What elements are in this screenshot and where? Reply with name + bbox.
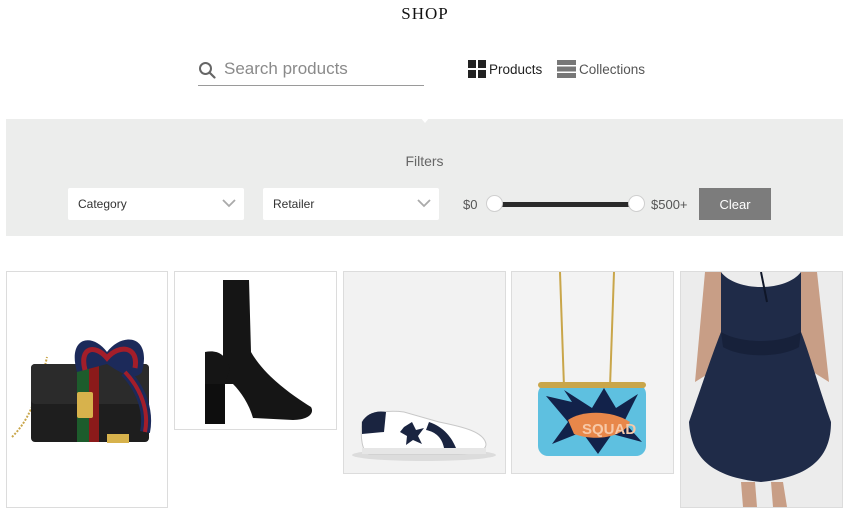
list-icon xyxy=(557,60,576,78)
collections-view-toggle[interactable]: Collections xyxy=(557,60,645,78)
filter-panel: Filters Category Retailer $0 $500+ Clear xyxy=(6,119,843,236)
product-card-sneaker[interactable] xyxy=(343,271,506,474)
product-card-handbag[interactable] xyxy=(6,271,168,508)
filters-heading: Filters xyxy=(405,153,444,169)
price-max-label: $500+ xyxy=(651,197,688,212)
dress-icon xyxy=(681,272,842,507)
search-icon xyxy=(199,62,216,79)
price-slider-track[interactable] xyxy=(497,202,637,207)
category-dropdown[interactable]: Category xyxy=(68,188,244,220)
collections-view-label: Collections xyxy=(579,61,646,77)
products-view-toggle[interactable]: Products xyxy=(468,60,542,78)
chevron-down-icon xyxy=(417,199,431,208)
price-slider-min-handle[interactable] xyxy=(486,195,503,212)
category-dropdown-label: Category xyxy=(78,197,127,211)
product-card-ankle-boot[interactable] xyxy=(174,271,337,430)
handbag-icon xyxy=(7,272,167,507)
retailer-dropdown[interactable]: Retailer xyxy=(263,188,439,220)
boot-icon xyxy=(175,272,336,429)
search-input[interactable] xyxy=(224,56,420,82)
chevron-down-icon xyxy=(222,199,236,208)
svg-text:SQUAD: SQUAD xyxy=(582,421,636,438)
page-title: SHOP xyxy=(401,4,449,23)
products-view-label: Products xyxy=(489,61,543,77)
clear-filters-button[interactable]: Clear xyxy=(699,188,771,220)
sneaker-icon xyxy=(344,272,505,473)
grid-icon xyxy=(468,60,486,78)
price-slider-max-handle[interactable] xyxy=(628,195,645,212)
product-card-dress[interactable] xyxy=(680,271,843,508)
search-bar[interactable] xyxy=(198,54,424,86)
clutch-icon: SQUAD xyxy=(512,272,673,473)
price-min-label: $0 xyxy=(463,197,478,212)
retailer-dropdown-label: Retailer xyxy=(273,197,315,211)
filter-panel-pointer xyxy=(415,111,435,123)
product-card-clutch[interactable]: SQUAD xyxy=(511,271,674,474)
